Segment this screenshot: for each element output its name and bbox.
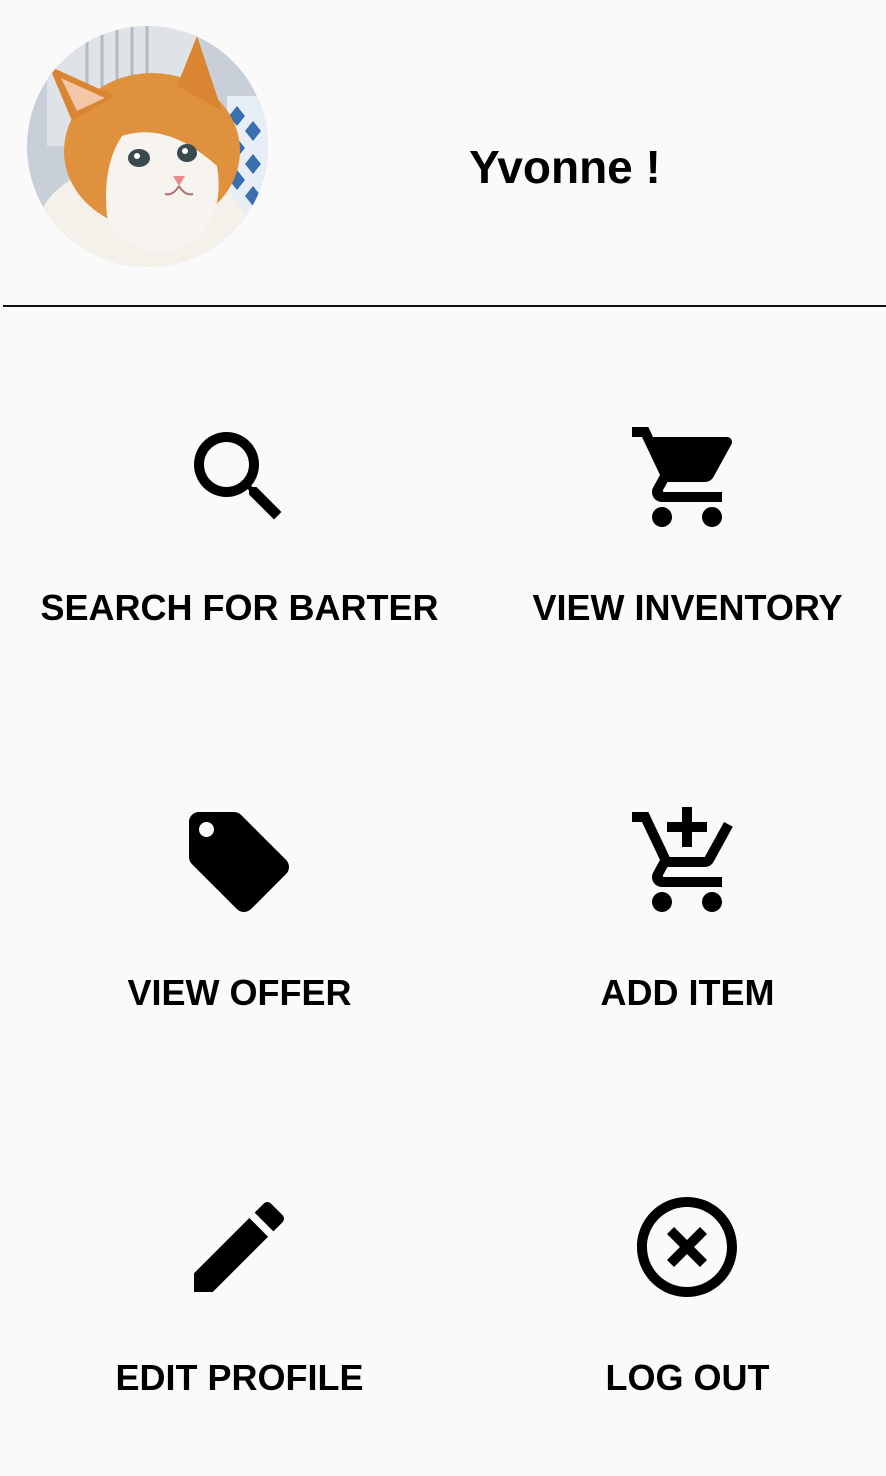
add-shopping-cart-icon	[627, 802, 747, 922]
search-icon	[179, 417, 299, 537]
tag-icon	[179, 802, 299, 922]
view-offer-button[interactable]: VIEW OFFER	[18, 692, 461, 1077]
view-inventory-button[interactable]: VIEW INVENTORY	[466, 307, 886, 692]
profile-header: Yvonne !	[0, 0, 886, 306]
add-item-label: ADD ITEM	[600, 972, 775, 1013]
log-out-button[interactable]: LOG OUT	[466, 1077, 886, 1462]
user-greeting: Yvonne !	[469, 141, 661, 193]
menu-grid: SEARCH FOR BARTER VIEW INVENTORY VIEW OF…	[0, 307, 886, 1476]
pencil-icon	[179, 1187, 299, 1307]
edit-profile-button[interactable]: EDIT PROFILE	[18, 1077, 461, 1462]
search-for-barter-label: SEARCH FOR BARTER	[40, 587, 439, 628]
edit-profile-label: EDIT PROFILE	[115, 1357, 364, 1398]
shopping-cart-icon	[627, 417, 747, 537]
log-out-label: LOG OUT	[605, 1357, 770, 1398]
search-for-barter-button[interactable]: SEARCH FOR BARTER	[18, 307, 461, 692]
add-item-button[interactable]: ADD ITEM	[466, 692, 886, 1077]
avatar[interactable]	[27, 26, 268, 267]
cancel-circle-icon	[627, 1187, 747, 1307]
view-inventory-label: VIEW INVENTORY	[532, 587, 843, 628]
view-offer-label: VIEW OFFER	[127, 972, 352, 1013]
